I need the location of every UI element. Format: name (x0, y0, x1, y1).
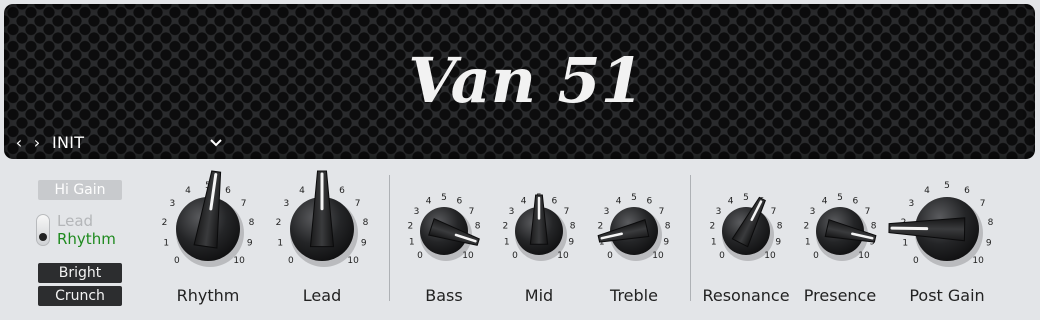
tick-label: 9 (361, 239, 367, 249)
tick-label: 0 (512, 251, 518, 261)
tick-label: 2 (804, 222, 810, 232)
tick-label: 9 (247, 239, 253, 249)
tick-label: 8 (777, 222, 783, 232)
tick-label: 7 (355, 199, 361, 209)
tick-label: 6 (225, 186, 231, 196)
tick-label: 7 (980, 199, 986, 209)
knob-treble[interactable]: 01234 5 678910 (597, 193, 671, 261)
tick-label: 3 (414, 207, 420, 217)
tick-label: 3 (716, 207, 722, 217)
tick-label: 2 (162, 218, 168, 228)
knob-label-post-gain: Post Gain (909, 286, 985, 305)
tick-label: 4 (426, 197, 432, 207)
tick-label: 7 (469, 207, 475, 217)
tick-label: 8 (570, 222, 576, 232)
tick-label: 0 (813, 251, 819, 261)
tick-label: 0 (174, 256, 180, 266)
knob-indicator (890, 226, 929, 231)
tick-label: 0 (913, 256, 919, 266)
knob-label-resonance: Resonance (702, 286, 790, 305)
tick-label: 6 (552, 197, 558, 207)
knob-label-treble: Treble (610, 286, 658, 305)
tick-label: 3 (909, 199, 915, 209)
tick-label: 10 (347, 256, 359, 266)
tick-label: 9 (986, 239, 992, 249)
tick-label: 5 (837, 193, 843, 203)
knob-mid[interactable]: 012345678910 (503, 193, 576, 261)
tick-label: 6 (964, 186, 970, 196)
tick-label: 8 (475, 222, 481, 232)
tick-label: 4 (299, 186, 305, 196)
tick-label: 6 (647, 197, 653, 207)
tick-label: 8 (363, 218, 369, 228)
tick-label: 2 (503, 222, 509, 232)
tick-label: 1 (711, 238, 717, 248)
tick-label: 4 (924, 186, 930, 196)
tick-label: 1 (409, 238, 415, 248)
tick-label: 2 (408, 222, 414, 232)
tick-label: 10 (972, 256, 984, 266)
tick-label: 0 (607, 251, 613, 261)
knob-bass[interactable]: 012345678910 (408, 193, 481, 261)
knob-label-mid: Mid (524, 286, 554, 305)
tick-label: 1 (504, 238, 510, 248)
tick-label: 6 (853, 197, 859, 207)
tick-label: 0 (417, 251, 423, 261)
tick-label: 6 (457, 197, 463, 207)
tick-label: 3 (170, 199, 176, 209)
tick-label: 8 (665, 222, 671, 232)
tick-label: 7 (865, 207, 871, 217)
tick-label: 10 (233, 256, 245, 266)
tick-label: 9 (663, 238, 669, 248)
tick-label: 1 (902, 239, 908, 249)
tick-label: 4 (185, 186, 191, 196)
knob-label-bass: Bass (425, 286, 463, 305)
tick-label: 4 (728, 197, 734, 207)
tick-label: 4 (521, 197, 527, 207)
knob-presence[interactable]: 01234 5 678910 (804, 193, 877, 261)
knob-label-lead: Lead (302, 286, 342, 305)
tick-label: 5 (631, 193, 637, 203)
tick-label: 4 (616, 197, 622, 207)
tick-label: 1 (163, 239, 169, 249)
tick-label: 6 (339, 186, 345, 196)
tick-label: 5 (944, 181, 950, 191)
tick-label: 3 (284, 199, 290, 209)
tick-label: 3 (604, 207, 610, 217)
knob-lead[interactable]: 012345678910 (276, 170, 369, 267)
tick-label: 8 (871, 222, 877, 232)
tick-label: 4 (822, 197, 828, 207)
tick-label: 2 (598, 222, 604, 232)
tick-label: 3 (810, 207, 816, 217)
tick-label: 2 (276, 218, 282, 228)
tick-label: 5 (743, 193, 749, 203)
tick-label: 8 (988, 218, 994, 228)
tick-label: 9 (568, 238, 574, 248)
knob-rhythm[interactable]: 012345678910 (162, 170, 255, 267)
knob-label-presence: Presence (803, 286, 877, 305)
knob-post-gain[interactable]: 012345678910 (888, 181, 994, 267)
tick-label: 7 (771, 207, 777, 217)
tick-label: 7 (564, 207, 570, 217)
tick-label: 7 (659, 207, 665, 217)
tick-label: 0 (719, 251, 725, 261)
knob-label-rhythm: Rhythm (176, 286, 240, 305)
tick-label: 7 (241, 199, 247, 209)
tick-label: 1 (277, 239, 283, 249)
knob-layer: 0123456789100123456789100123456789100123… (162, 170, 994, 267)
knob-resonance[interactable]: 012345678910 (710, 193, 783, 261)
tick-label: 1 (805, 238, 811, 248)
tick-label: 0 (288, 256, 294, 266)
tick-label: 2 (710, 222, 716, 232)
tick-label: 3 (509, 207, 515, 217)
tick-label: 5 (441, 193, 447, 203)
tick-label: 9 (775, 238, 781, 248)
tick-label: 8 (249, 218, 255, 228)
